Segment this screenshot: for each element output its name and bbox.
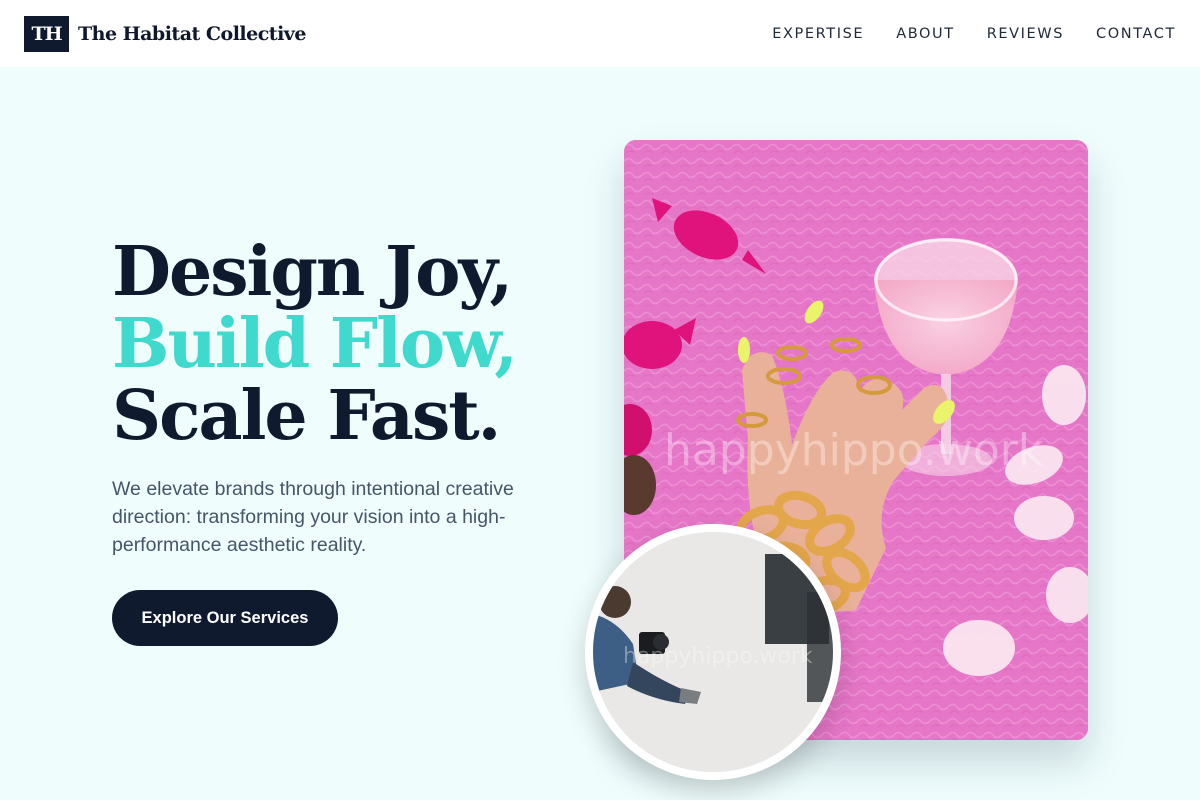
explore-services-button[interactable]: Explore Our Services: [112, 590, 338, 646]
nav-expertise[interactable]: EXPERTISE: [772, 26, 864, 42]
hero-title-line-2: Build Flow,: [112, 304, 518, 384]
hero-description: We elevate brands through intentional cr…: [112, 478, 514, 556]
hero-inset-photo: happyhippo.work: [585, 524, 841, 780]
brand-name: The Habitat Collective: [78, 22, 306, 45]
hero-title-line-1: Design Joy,: [112, 232, 513, 312]
hero-title: Design Joy, Build Flow, Scale Fast.: [112, 236, 572, 452]
brand-logo[interactable]: TH The Habitat Collective: [24, 15, 306, 52]
site-header: TH The Habitat Collective EXPERTISE ABOU…: [0, 0, 1200, 67]
hero-title-line-3: Scale Fast.: [112, 376, 501, 456]
logo-mark-icon: TH: [24, 15, 69, 52]
nav-about[interactable]: ABOUT: [896, 26, 955, 42]
nav-reviews[interactable]: REVIEWS: [987, 26, 1064, 42]
photographer-studio-image: [593, 532, 833, 772]
nav-contact[interactable]: CONTACT: [1096, 26, 1176, 42]
main-nav: EXPERTISE ABOUT REVIEWS CONTACT: [772, 26, 1176, 42]
